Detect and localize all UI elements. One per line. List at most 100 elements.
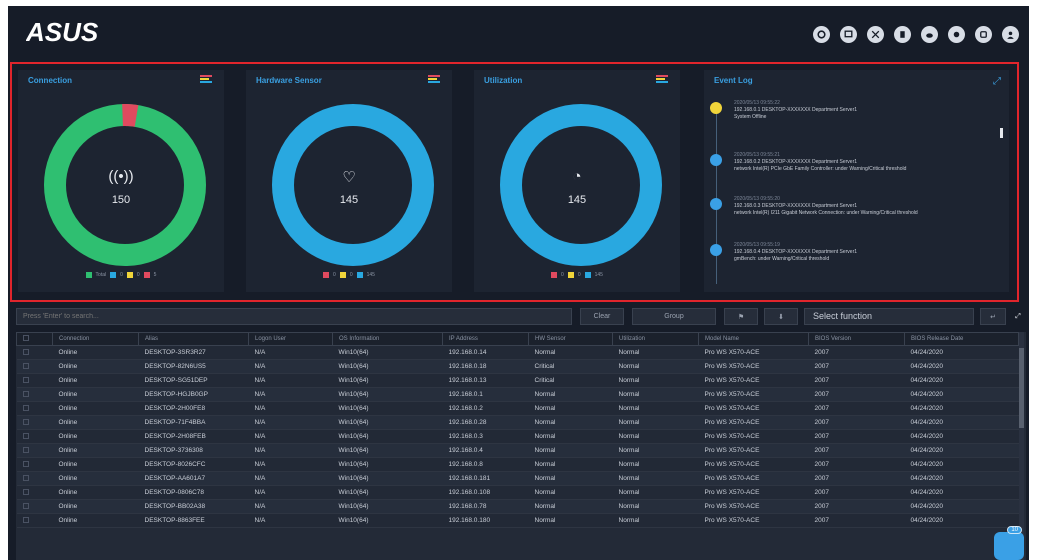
table-row[interactable]: Online DESKTOP-8863FEE N/A Win10(64) 192.168… [16,513,1019,528]
message-icon[interactable] [948,26,965,43]
column-header[interactable]: OS Information [332,332,443,346]
table-row[interactable]: Online DESKTOP-2H08FEB N/A Win10(64) 192.168… [16,429,1019,444]
table-cell: Normal [612,457,699,472]
table-cell: Win10(64) [332,429,443,444]
select-all-checkbox[interactable] [16,332,53,346]
table-cell: DESKTOP-8026CFC [138,457,249,472]
download-icon[interactable]: ⬇ [764,308,798,325]
column-header[interactable]: Alias [138,332,249,346]
bar-chart-icon[interactable] [656,75,668,85]
table-row[interactable]: Online DESKTOP-0806C78 N/A Win10(64) 192.168… [16,485,1019,500]
settings-icon[interactable] [813,26,830,43]
bar-chart-icon[interactable] [200,75,212,85]
table-cell: 04/24/2020 [904,359,1019,374]
table-cell: Normal [528,443,613,458]
row-checkbox[interactable] [16,401,53,416]
table-cell: N/A [248,359,333,374]
row-checkbox[interactable] [16,457,53,472]
column-header[interactable]: BIOS Release Date [904,332,1019,346]
expand-icon[interactable]: ⤢ [993,76,1001,87]
search-input[interactable] [16,308,572,325]
event-log-panel[interactable]: Event Log ⤢ 2020/05/13 09:55:22 192.168.… [704,70,1009,292]
connection-panel[interactable]: Connection ((•)) 150 Total 0 0 5 [18,70,224,292]
fullscreen-icon[interactable]: ⤢ [1010,308,1026,325]
column-header[interactable]: Connection [52,332,139,346]
monitor-icon[interactable] [840,26,857,43]
event-desc: System Offline [734,114,767,120]
table-cell: Win10(64) [332,359,443,374]
utilization-legend: 0 0 145 [474,272,680,278]
table-cell: Online [52,387,139,402]
row-checkbox[interactable] [16,373,53,388]
event-time: 2020/05/13 09:55:19 [734,242,780,248]
table-row[interactable]: Online DESKTOP-SG51DEP N/A Win10(64) 192.168… [16,373,1019,388]
table-row[interactable]: Online DESKTOP-3736308 N/A Win10(64) 192.168… [16,443,1019,458]
column-header[interactable]: BIOS Version [808,332,905,346]
column-header[interactable]: IP Address [442,332,529,346]
table-cell: 2007 [808,387,905,402]
row-checkbox[interactable] [16,345,53,360]
table-cell: Normal [612,401,699,416]
table-cell: 2007 [808,485,905,500]
table-row[interactable]: Online DESKTOP-BB02A38 N/A Win10(64) 192.168… [16,499,1019,514]
network-icon[interactable] [867,26,884,43]
column-header[interactable]: Utilization [612,332,699,346]
table-row[interactable]: Online DESKTOP-71F4BBA N/A Win10(64) 192.168… [16,415,1019,430]
user-icon[interactable] [1002,26,1019,43]
help-icon[interactable] [975,26,992,43]
bar-chart-icon[interactable] [428,75,440,85]
table-cell: N/A [248,457,333,472]
event-item[interactable]: 2020/05/13 09:55:19 192.168.0.4 DESKTOP-… [710,242,990,263]
clear-button[interactable]: Clear [580,308,624,325]
select-function-dropdown[interactable]: Select function [804,308,974,325]
utilization-panel[interactable]: Utilization ◔ 145 0 0 145 [474,70,680,292]
event-item[interactable]: 2020/05/13 09:55:20 192.168.0.3 DESKTOP-… [710,196,990,217]
table-cell: Pro WS X570-ACE [698,429,809,444]
filter-icon[interactable]: ⚑ [724,308,758,325]
event-item[interactable]: 2020/05/13 09:55:21 192.168.0.2 DESKTOP-… [710,152,990,173]
event-log-scrollbar[interactable] [1000,128,1003,138]
row-checkbox[interactable] [16,513,53,528]
table-cell: Win10(64) [332,443,443,458]
row-checkbox[interactable] [16,359,53,374]
column-header[interactable]: HW Sensor [528,332,613,346]
hardware-value: 145 [339,194,359,206]
cloud-icon[interactable] [921,26,938,43]
hardware-panel[interactable]: Hardware Sensor ♡ 145 0 0 145 [246,70,452,292]
table-cell: Normal [528,513,613,528]
legend-label: 0 [577,272,581,278]
table-row[interactable]: Online DESKTOP-2H00FE8 N/A Win10(64) 192.168… [16,401,1019,416]
table-cell: 2007 [808,513,905,528]
row-checkbox[interactable] [16,429,53,444]
table-cell: 04/24/2020 [904,345,1019,360]
wireless-icon: ((•)) [108,168,134,185]
table-row[interactable]: Online DESKTOP-AA601A7 N/A Win10(64) 192.168… [16,471,1019,486]
header: ASUS [8,6,1029,58]
table-row[interactable]: Online DESKTOP-HGJB0GP N/A Win10(64) 192.168… [16,387,1019,402]
event-dot [710,102,722,114]
legend-label: 145 [366,272,375,278]
column-header[interactable]: Model Name [698,332,809,346]
notification-button[interactable]: 10 [994,526,1024,560]
power-icon[interactable] [894,26,911,43]
row-checkbox[interactable] [16,443,53,458]
table-cell: Normal [528,387,613,402]
table-body: Online DESKTOP-3SR3R27 N/A Win10(64) 192.168… [16,345,1019,528]
event-desc: 192.168.0.1 DESKTOP-XXXXXXX Department S… [734,107,858,113]
row-checkbox[interactable] [16,499,53,514]
table-row[interactable]: Online DESKTOP-8026CFC N/A Win10(64) 192.168… [16,457,1019,472]
connection-legend: Total 0 0 5 [18,272,224,278]
table-cell: 04/24/2020 [904,499,1019,514]
table-row[interactable]: Online DESKTOP-3SR3R27 N/A Win10(64) 192.168… [16,345,1019,360]
table-row[interactable]: Online DESKTOP-82N6US5 N/A Win10(64) 192.168… [16,359,1019,374]
event-item[interactable]: 2020/05/13 09:55:22 192.168.0.1 DESKTOP-… [710,100,990,121]
row-checkbox[interactable] [16,415,53,430]
table-cell: Pro WS X570-ACE [698,457,809,472]
row-checkbox[interactable] [16,471,53,486]
row-checkbox[interactable] [16,387,53,402]
column-header[interactable]: Logon User [248,332,333,346]
group-button[interactable]: Group [632,308,716,325]
row-checkbox[interactable] [16,485,53,500]
enter-icon[interactable]: ↵ [980,308,1006,325]
table-cell: Normal [612,345,699,360]
